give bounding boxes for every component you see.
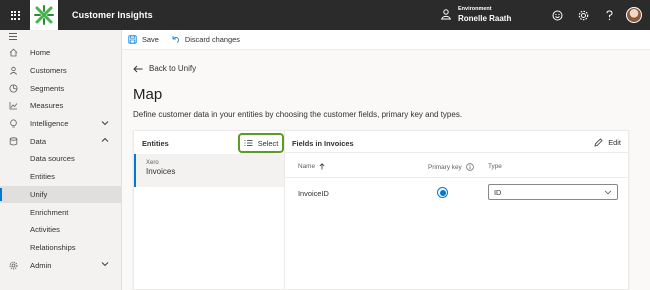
type-dropdown[interactable]: ID <box>488 184 618 200</box>
database-icon <box>9 137 18 146</box>
list-select-icon <box>244 140 253 146</box>
radio-selected-dot <box>439 189 446 196</box>
page-title: Map <box>133 86 163 103</box>
chevron-up-icon[interactable] <box>101 137 109 143</box>
pencil-icon <box>594 138 603 147</box>
save-icon <box>128 35 137 44</box>
sidebar-item-label: Segments <box>30 83 65 93</box>
sidebar-item-label: Enrichment <box>30 207 69 217</box>
sidebar-item-label: Data <box>30 136 47 146</box>
column-header-primary-key-label: Primary key <box>428 163 462 171</box>
column-header-name[interactable]: Name <box>298 163 325 170</box>
edit-label: Edit <box>608 138 621 147</box>
column-header-name-label: Name <box>298 163 316 170</box>
sidebar-item-label: Measures <box>30 101 64 111</box>
column-header-primary-key: Primary key <box>428 163 474 171</box>
admin-gear-icon <box>9 261 18 270</box>
sidebar-item-customers[interactable]: Customers <box>0 62 121 80</box>
person-icon <box>9 66 18 75</box>
fields-panel: Fields in Invoices Edit Name Primary key… <box>285 131 629 290</box>
avatar[interactable] <box>626 7 642 23</box>
divider <box>285 177 629 178</box>
sidebar-item-label: Home <box>30 48 51 58</box>
edit-button[interactable]: Edit <box>594 138 621 147</box>
undo-icon <box>172 36 179 44</box>
chevron-down-icon[interactable] <box>101 261 109 267</box>
primary-key-radio[interactable] <box>437 187 448 198</box>
sidebar-item-segments[interactable]: Segments <box>0 79 121 97</box>
smiley-icon[interactable] <box>544 0 570 30</box>
sidebar-item-entities[interactable]: Entities <box>0 168 121 186</box>
sidebar-item-label: Activities <box>30 225 60 235</box>
column-header-type-label: Type <box>488 163 502 170</box>
app-title: Customer Insights <box>72 10 153 20</box>
hamburger-menu-icon[interactable] <box>0 30 121 44</box>
sidebar-item-admin[interactable]: Admin <box>0 256 121 274</box>
environment-icon <box>441 9 451 20</box>
environment-picker[interactable]: Environment Ronelle Raath <box>440 5 511 23</box>
sidebar-item-label: Unify <box>30 189 48 199</box>
discard-changes-button[interactable]: Discard changes <box>171 35 240 44</box>
map-card: Entities Select Xero Invoices Fields in … <box>133 130 629 290</box>
save-button[interactable]: Save <box>128 35 159 44</box>
environment-name: Ronelle Raath <box>458 14 512 23</box>
sidebar-item-measures[interactable]: Measures <box>0 97 121 115</box>
entity-name: Invoices <box>146 167 176 176</box>
back-label: Back to Unify <box>149 64 197 73</box>
page-description: Define customer data in your entities by… <box>133 110 463 119</box>
command-bar: Save Discard changes <box>122 30 650 50</box>
sidebar-item-label: Customers <box>30 66 67 76</box>
sidebar: Home Customers Segments Measures Intelli… <box>0 30 122 290</box>
sidebar-item-data-sources[interactable]: Data sources <box>0 150 121 168</box>
sidebar-item-relationships[interactable]: Relationships <box>0 239 121 257</box>
entities-panel: Entities Select Xero Invoices <box>134 131 285 290</box>
sidebar-item-data[interactable]: Data <box>0 132 121 150</box>
sidebar-item-activities[interactable]: Activities <box>0 221 121 239</box>
pie-icon <box>9 84 18 93</box>
sidebar-item-label: Data sources <box>30 154 75 164</box>
divider <box>285 152 629 153</box>
chevron-down-icon[interactable] <box>101 120 109 126</box>
bulb-icon <box>9 119 18 128</box>
app-logo <box>30 0 58 30</box>
back-to-unify-link[interactable]: Back to Unify <box>133 64 196 73</box>
home-icon <box>9 48 18 57</box>
sidebar-item-unify[interactable]: Unify <box>0 185 121 204</box>
list-item[interactable]: Xero Invoices <box>134 154 284 187</box>
sort-arrow-up-icon <box>319 163 325 170</box>
select-label: Select <box>257 138 279 148</box>
sidebar-item-label: Admin <box>30 260 52 270</box>
sidebar-item-home[interactable]: Home <box>0 44 121 62</box>
arrow-left-icon <box>133 65 143 72</box>
sidebar-item-enrichment[interactable]: Enrichment <box>0 203 121 221</box>
save-label: Save <box>142 35 159 44</box>
discard-label: Discard changes <box>184 35 240 44</box>
sidebar-item-label: Intelligence <box>30 119 69 129</box>
chart-icon <box>9 101 18 110</box>
entity-source: Xero <box>146 160 159 166</box>
environment-label: Environment <box>458 6 492 12</box>
info-icon[interactable] <box>465 163 474 171</box>
field-name: InvoiceID <box>298 189 329 198</box>
select-button[interactable]: Select <box>238 133 284 153</box>
gear-icon[interactable] <box>570 0 596 30</box>
top-bar: Customer Insights Environment Ronelle Ra… <box>0 0 650 30</box>
sidebar-item-label: Entities <box>30 172 55 182</box>
main-content: Back to Unify Map Define customer data i… <box>122 50 650 290</box>
fields-title: Fields in Invoices <box>292 139 354 148</box>
sidebar-item-intelligence[interactable]: Intelligence <box>0 115 121 133</box>
type-value: ID <box>494 187 502 197</box>
column-header-type: Type <box>488 163 502 170</box>
help-icon[interactable] <box>596 0 622 30</box>
entities-title: Entities <box>142 139 169 148</box>
sidebar-item-label: Relationships <box>30 242 76 252</box>
chevron-down-icon <box>604 190 612 195</box>
app-launcher-icon[interactable] <box>0 0 30 30</box>
